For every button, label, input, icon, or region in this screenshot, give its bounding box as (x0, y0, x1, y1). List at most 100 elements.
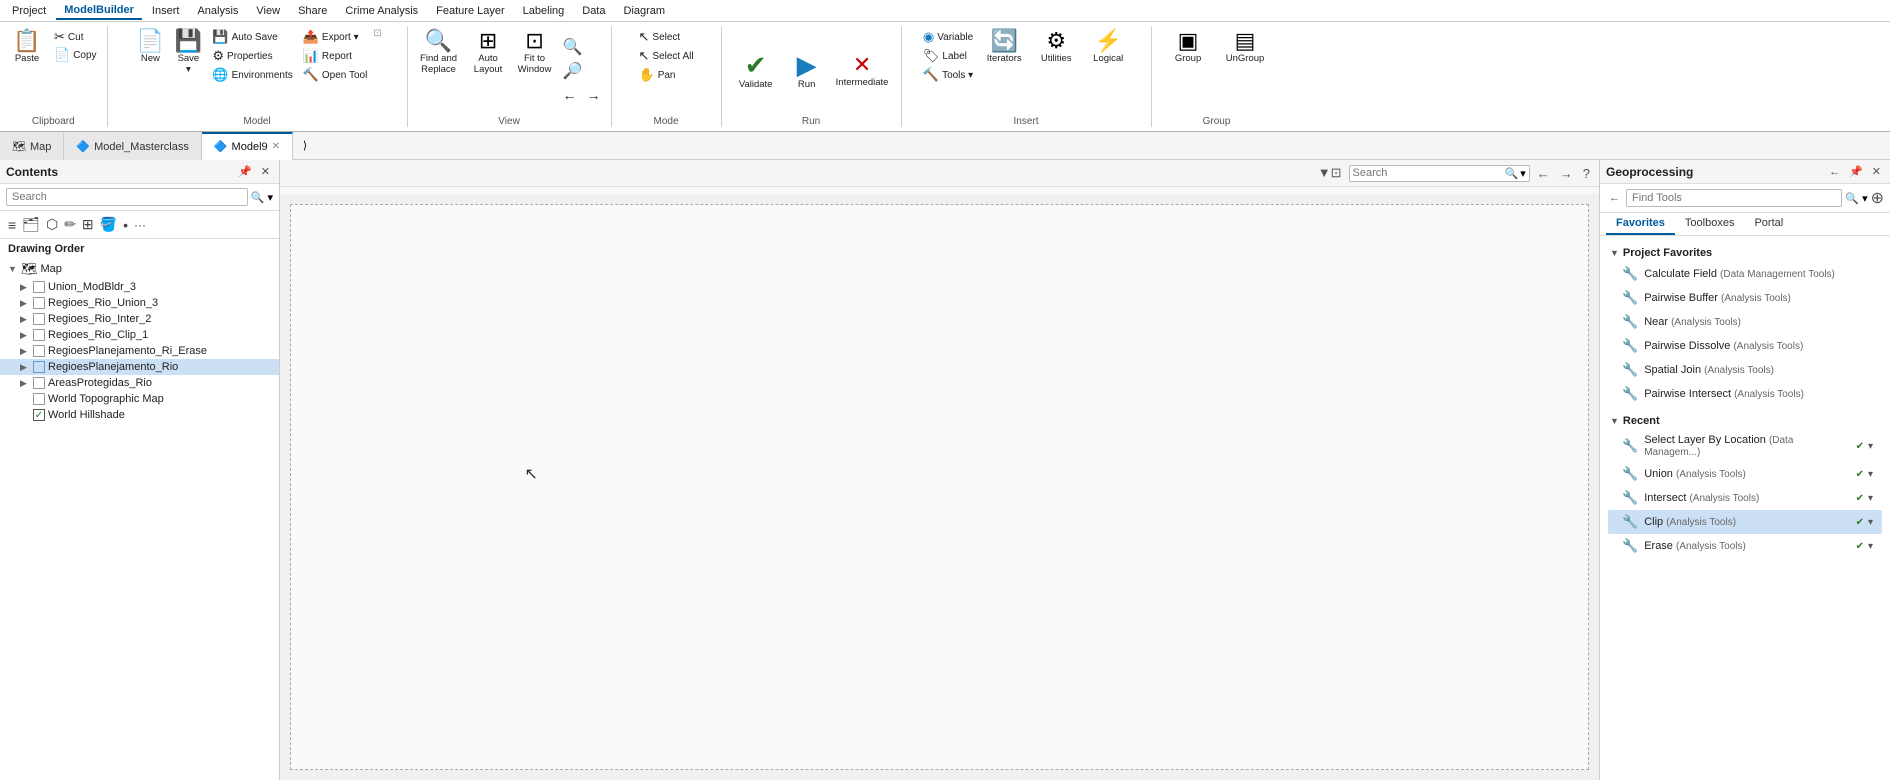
run-button[interactable]: ▶ Run (784, 50, 830, 92)
map-help-icon[interactable]: ? (1580, 164, 1593, 183)
map-nav-forward-icon[interactable]: → (1557, 164, 1576, 183)
intermediate-button[interactable]: ✕ Intermediate (832, 52, 893, 90)
fitwindow-button[interactable]: ⊡ Fit toWindow (513, 28, 557, 78)
geo-search-icon[interactable]: 🔍 (1845, 192, 1859, 205)
tree-checkbox-world-hillshade[interactable]: ✓ (33, 409, 45, 421)
geo-item-pairwise-dissolve[interactable]: 🔧 Pairwise Dissolve (Analysis Tools) (1608, 334, 1882, 358)
tree-item-world-hillshade[interactable]: ▶ ✓ World Hillshade (0, 407, 279, 423)
selectall-button[interactable]: ↖ Select All (635, 47, 698, 65)
tree-item-regioes-planejamento-rio[interactable]: ▶ RegioesPlanejamento_Rio (0, 359, 279, 375)
geo-open-action-union[interactable]: ▾ (1867, 468, 1874, 481)
geo-search-dropdown[interactable]: ▾ (1862, 192, 1868, 205)
menu-item-share[interactable]: Share (290, 3, 335, 19)
geo-item-clip[interactable]: 🔧 Clip (Analysis Tools) ✔ ▾ (1608, 510, 1882, 534)
geo-add-button[interactable]: ⊕ (1871, 188, 1884, 208)
contents-search-icon[interactable]: 🔍 (251, 191, 265, 204)
geo-pin-button[interactable]: 📌 (1846, 164, 1866, 179)
logical-button[interactable]: ⚡ Logical (1083, 28, 1133, 66)
tree-item-map[interactable]: ▼ 🗺 Map (0, 259, 279, 279)
tree-checkbox-regioes-planejamento-rio[interactable] (33, 361, 45, 373)
zoomin-button[interactable]: 🔍 (559, 36, 605, 58)
pan-button[interactable]: ✋ Pan (635, 66, 698, 84)
geo-run-action-select-layer[interactable]: ✔ (1855, 440, 1865, 453)
geo-item-erase[interactable]: 🔧 Erase (Analysis Tools) ✔ ▾ (1608, 534, 1882, 558)
geo-run-action-union[interactable]: ✔ (1855, 468, 1865, 481)
utilities-button[interactable]: ⚙ Utilities (1031, 28, 1081, 66)
tree-checkbox-regioes-rio-union3[interactable] (33, 297, 45, 309)
geo-open-action-select-layer[interactable]: ▾ (1867, 440, 1874, 453)
menu-item-project[interactable]: Project (4, 3, 54, 19)
opentool-button[interactable]: 🔨 Open Tool (299, 66, 372, 84)
geo-item-pairwise-intersect[interactable]: 🔧 Pairwise Intersect (Analysis Tools) (1608, 382, 1882, 406)
menu-item-crimeanalysis[interactable]: Crime Analysis (337, 3, 426, 19)
geo-section-header-recent[interactable]: ▼ Recent (1608, 412, 1882, 430)
pencil-icon[interactable]: ✏ (62, 214, 78, 235)
tab-model9-close[interactable]: ✕ (272, 141, 280, 152)
save-button[interactable]: 💾 Save▾ (170, 28, 206, 78)
box-select-icon[interactable]: ⊞ (80, 214, 96, 235)
tab-model9[interactable]: 🔷 Model9 ✕ (202, 132, 293, 160)
tab-map[interactable]: 🗺 Map (0, 132, 64, 160)
geo-item-calculate-field[interactable]: 🔧 Calculate Field (Data Management Tools… (1608, 262, 1882, 286)
geo-close-button[interactable]: ✕ (1869, 164, 1884, 179)
geo-open-action-erase[interactable]: ▾ (1867, 540, 1874, 553)
tree-item-regioes-rio-inter2[interactable]: ▶ Regioes_Rio_Inter_2 (0, 311, 279, 327)
contents-close-button[interactable]: ✕ (258, 164, 273, 179)
variable-button[interactable]: ◉ Variable (919, 28, 977, 46)
select-button[interactable]: ↖ Select (635, 28, 698, 46)
tree-item-union-modbldr3[interactable]: ▶ Union_ModBldr_3 (0, 279, 279, 295)
nav-back-button[interactable]: ← (559, 86, 581, 104)
tree-item-areas-protegidas-rio[interactable]: ▶ AreasProtegidas_Rio (0, 375, 279, 391)
menu-item-labeling[interactable]: Labeling (515, 3, 573, 19)
geo-section-header-project-favorites[interactable]: ▼ Project Favorites (1608, 244, 1882, 262)
copy-button[interactable]: 📄 Copy (50, 46, 101, 64)
geo-item-pairwise-buffer[interactable]: 🔧 Pairwise Buffer (Analysis Tools) (1608, 286, 1882, 310)
zoomout-button[interactable]: 🔎 (559, 60, 605, 82)
menu-item-featurelayer[interactable]: Feature Layer (428, 3, 512, 19)
tools-button[interactable]: 🔨 Tools ▾ (919, 66, 977, 84)
autosave-button[interactable]: 💾 Auto Save (208, 28, 296, 46)
menu-item-modelbuilder[interactable]: ModelBuilder (56, 2, 142, 20)
new-button[interactable]: 📄 New (132, 28, 168, 66)
menu-item-insert[interactable]: Insert (144, 3, 188, 19)
tree-item-world-topographic[interactable]: ▶ World Topographic Map (0, 391, 279, 407)
properties-button[interactable]: ⚙ Properties (208, 47, 296, 65)
export-button[interactable]: 📤 Export ▾ (299, 28, 372, 46)
contents-search-input[interactable] (6, 188, 248, 206)
paint-bucket-icon[interactable]: 🪣 (98, 214, 119, 235)
tree-item-regioes-planejamento-ri-erase[interactable]: ▶ RegioesPlanejamento_Ri_Erase (0, 343, 279, 359)
map-search-input[interactable] (1353, 167, 1503, 179)
tree-checkbox-areas-protegidas-rio[interactable] (33, 377, 45, 389)
menu-item-analysis[interactable]: Analysis (189, 3, 246, 19)
geo-back-button[interactable]: ← (1826, 165, 1843, 179)
autolayout-button[interactable]: ⊞ AutoLayout (466, 28, 511, 78)
geo-item-near[interactable]: 🔧 Near (Analysis Tools) (1608, 310, 1882, 334)
geo-tab-toolboxes[interactable]: Toolboxes (1675, 213, 1745, 235)
tree-checkbox-regioes-rio-inter2[interactable] (33, 313, 45, 325)
menu-item-diagram[interactable]: Diagram (616, 3, 674, 19)
more-tools-icon[interactable]: ··· (132, 216, 148, 234)
geo-search-input[interactable] (1626, 189, 1842, 207)
geo-item-intersect[interactable]: 🔧 Intersect (Analysis Tools) ✔ ▾ (1608, 486, 1882, 510)
tabs-overflow-button[interactable]: ⟩ (293, 139, 317, 152)
findreplace-button[interactable]: 🔍 Find andReplace (414, 28, 464, 78)
map-filter-icon[interactable]: ▼⊡ (1315, 163, 1345, 183)
map-search-dropdown[interactable]: ▾ (1520, 167, 1526, 180)
group-button[interactable]: ▣ Group (1161, 28, 1216, 66)
geo-open-action-intersect[interactable]: ▾ (1867, 492, 1874, 505)
menu-item-view[interactable]: View (248, 3, 288, 19)
model-canvas[interactable]: ↖ (290, 204, 1589, 770)
map-search-icon[interactable]: 🔍 (1505, 167, 1519, 180)
nav-forward-button[interactable]: → (583, 86, 605, 104)
geo-tab-portal[interactable]: Portal (1744, 213, 1793, 235)
validate-button[interactable]: ✔ Validate (730, 50, 782, 92)
report-button[interactable]: 📊 Report (299, 47, 372, 65)
tree-checkbox-world-topographic[interactable] (33, 393, 45, 405)
paste-button[interactable]: 📋 Paste (6, 28, 48, 66)
geo-run-action-intersect[interactable]: ✔ (1855, 492, 1865, 505)
ungroup-button[interactable]: ▤ UnGroup (1218, 28, 1273, 66)
geo-run-action-clip[interactable]: ✔ (1855, 516, 1865, 529)
map-nav-back-icon[interactable]: ← (1534, 164, 1553, 183)
geo-tab-favorites[interactable]: Favorites (1606, 213, 1675, 235)
tree-checkbox-regioes-rio-clip1[interactable] (33, 329, 45, 341)
